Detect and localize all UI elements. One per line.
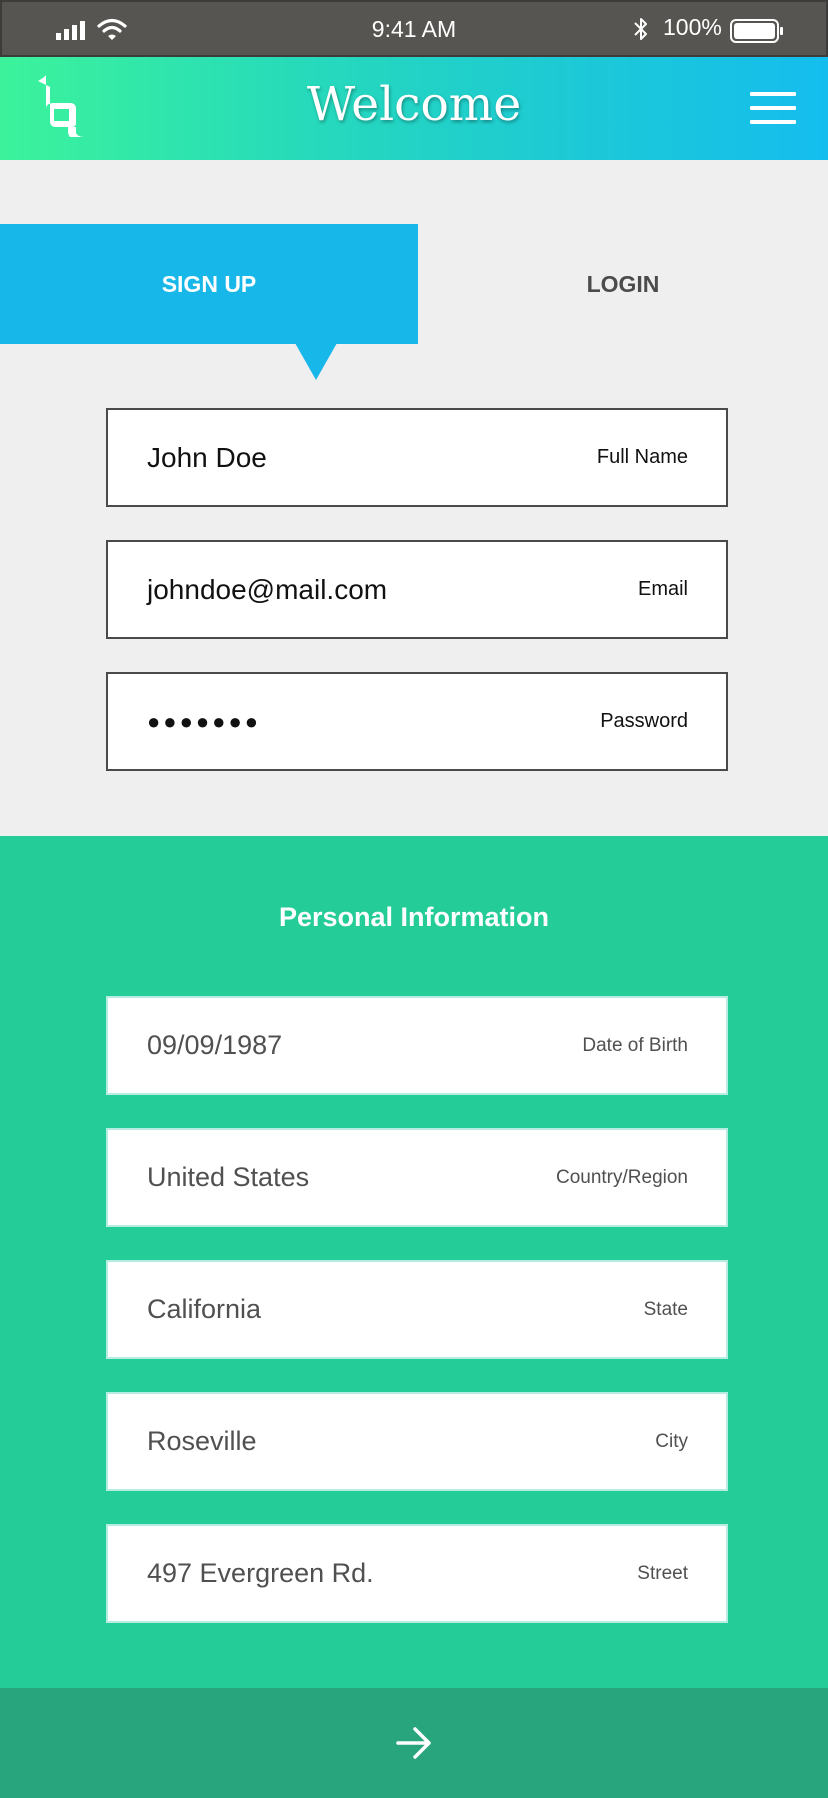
country-label: Country/Region: [555, 1166, 688, 1188]
email-field[interactable]: johndoe@mail.com Email: [106, 540, 728, 639]
date-of-birth-field[interactable]: 09/09/1987 Date of Birth: [106, 996, 728, 1095]
page-title: Welcome: [306, 77, 522, 132]
full-name-label: Full Name: [596, 446, 688, 468]
battery-percent: 100%: [663, 14, 722, 40]
next-button[interactable]: [0, 1688, 828, 1798]
street-field[interactable]: 497 Evergreen Rd. Street: [106, 1524, 728, 1623]
menu-button[interactable]: [748, 89, 798, 127]
state-label: State: [643, 1298, 688, 1320]
section-title: Personal Information: [278, 902, 550, 932]
email-label: Email: [637, 578, 688, 600]
battery-icon: [730, 19, 783, 43]
date-of-birth-value: 09/09/1987: [147, 1030, 283, 1060]
full-name-field[interactable]: John Doe Full Name: [106, 408, 728, 507]
street-value: 497 Evergreen Rd.: [147, 1558, 374, 1588]
city-label: City: [655, 1430, 688, 1452]
city-field[interactable]: Roseville City: [106, 1392, 728, 1491]
hamburger-menu-icon: [750, 92, 796, 96]
state-value: California: [147, 1294, 262, 1324]
password-field[interactable]: ●●●●●●● Password: [106, 672, 728, 771]
full-name-value: John Doe: [147, 441, 267, 473]
hamburger-menu-icon: [750, 106, 796, 110]
street-label: Street: [637, 1562, 688, 1584]
active-tab-pointer: [295, 343, 337, 380]
hamburger-menu-icon: [750, 120, 796, 124]
app-header: Welcome: [0, 57, 828, 160]
bluetooth-icon: [634, 18, 647, 40]
country-field[interactable]: United States Country/Region: [106, 1128, 728, 1227]
status-bar: 9:41 AM 100%: [0, 0, 828, 57]
personal-information-section: Personal Information 09/09/1987 Date of …: [0, 836, 828, 1688]
tab-login[interactable]: LOGIN: [418, 224, 828, 344]
password-value: ●●●●●●●: [147, 708, 262, 734]
country-value: United States: [147, 1162, 310, 1192]
email-value: johndoe@mail.com: [147, 573, 388, 605]
city-value: Roseville: [147, 1426, 257, 1456]
date-of-birth-label: Date of Birth: [582, 1034, 688, 1056]
tab-signup[interactable]: SIGN UP: [0, 224, 418, 344]
password-label: Password: [600, 710, 688, 732]
arrow-right-icon: [396, 1727, 431, 1759]
state-field[interactable]: California State: [106, 1260, 728, 1359]
